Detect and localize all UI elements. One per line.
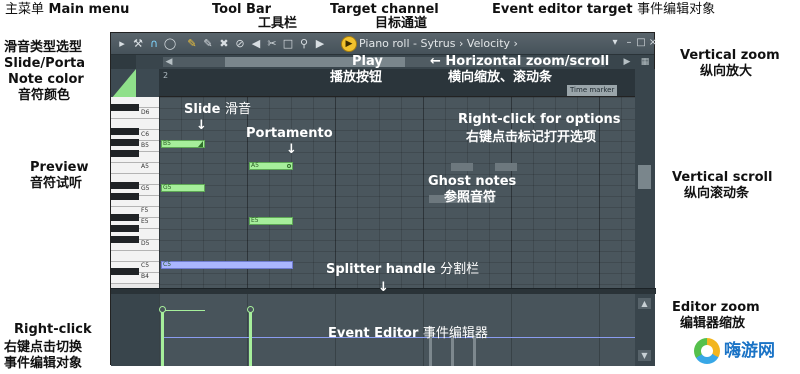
close-icon[interactable]: × [647,37,659,49]
maximize-icon[interactable]: □ [635,37,647,49]
event-editor-label: Event Editor 事件编辑器 [328,326,488,341]
scroll-left-icon[interactable]: ◀ [163,56,175,68]
editor-zoom-control[interactable]: ▲ ▼ [635,294,655,366]
editor-zoom-in-icon[interactable]: ▲ [638,298,651,309]
vertical-zoom-handle-icon[interactable]: ▦ [639,56,651,68]
key-label-c5: C5 [141,262,150,269]
slide-note[interactable]: B5 [161,140,205,148]
tool-bar-cn-label: 工具栏 [258,16,298,31]
event-level-line [161,310,205,311]
editor-zoom-out-icon[interactable]: ▼ [638,350,651,361]
preview-label: Preview [30,160,89,175]
target-channel-icon[interactable]: ▶ [341,36,357,52]
target-channel-cn-label: 目标通道 [375,16,428,31]
vertical-scroll-cn-label: 纵向滚动条 [684,186,750,201]
key-label-c6: C6 [141,131,150,138]
vertical-scrollbar[interactable] [635,69,655,288]
main-menu-label: 主菜单 Main menu [5,2,130,17]
ghost-notes-label: Ghost notes [428,174,517,189]
pencil-icon[interactable]: ✎ [185,37,199,51]
key-label-f5: F5 [141,207,149,214]
play-circle-icon[interactable]: ◯ [163,37,177,51]
key-label-g5: G5 [141,185,150,192]
site-logo-icon [694,338,720,364]
horizontal-zoom-cn-label: 横向缩放、滚动条 [448,70,553,85]
splitter-arrow [378,280,389,296]
mute-icon[interactable]: ⊘ [233,37,247,51]
slice-icon[interactable]: ✂ [265,37,279,51]
key-label-b5: B5 [141,142,149,149]
note-c5[interactable]: C5 [161,261,293,269]
vertical-scroll-thumb[interactable] [638,165,651,189]
velocity-bar[interactable] [249,310,252,366]
portamento-note[interactable]: A5 [249,162,293,170]
paint-icon[interactable]: ✎ [201,37,215,51]
splitter-label: Splitter handle 分割栏 [326,262,480,277]
velocity-bar[interactable] [161,310,164,366]
scroll-right-icon[interactable]: ▶ [621,56,633,68]
note-color-label: Note color [8,72,84,87]
timeline-ruler[interactable]: 2 Time marker [159,69,635,97]
right-click-cn-line1: 右键点击切换 [4,340,83,355]
key-label-d5: D5 [141,240,150,247]
portamento-label: Portamento [246,126,333,141]
editor-zoom-cn-label: 编辑器缩放 [680,316,746,331]
site-watermark: 嗨游网 [694,336,798,366]
speaker-icon[interactable]: ◀ [249,37,263,51]
slide-porta-cn-label: 滑音类型选型 [4,40,83,55]
vertical-zoom-cn-label: 纵向放大 [700,64,753,79]
key-label-e5: E5 [141,218,149,225]
time-marker[interactable]: Time marker [567,85,618,96]
note-g5[interactable]: G5 [161,184,205,192]
minimize-icon[interactable]: – [623,37,635,49]
options-icon[interactable]: ▾ [609,37,621,49]
menu-arrow-icon[interactable]: ▸ [115,37,129,51]
slide-icon [198,141,203,147]
ghost-note [451,163,473,171]
magnet-icon[interactable]: ∩ [147,37,161,51]
ghost-notes-cn-label: 参照音符 [444,190,497,205]
play-cn-label: 播放按钮 [330,70,383,85]
slide-porta-label: Slide/Porta [4,56,86,71]
preview-cn-label: 音符试听 [30,176,83,191]
portamento-arrow [286,142,297,158]
playback-icon[interactable]: ▶ [313,37,327,51]
slide-porta-selector[interactable] [111,55,136,69]
window-title[interactable]: Piano roll - Sytrus › Velocity › [359,36,518,52]
select-icon[interactable]: □ [281,37,295,51]
delete-icon[interactable]: ✖ [217,37,231,51]
event-target-selector[interactable] [111,294,159,366]
right-click-cn-line2: 事件编辑对象 [4,356,83,371]
piano-roll-window: ▸ ⚒ ∩ ◯ ✎ ✎ ✖ ⊘ ◀ ✂ □ ⚲ ▶ ▶ Piano roll -… [110,32,657,366]
watermark-text: 嗨游网 [724,341,775,361]
ruler-bar-number: 2 [163,71,169,80]
key-label-a5: A5 [141,163,149,170]
key-label-b4: B4 [141,273,149,280]
zoom-icon[interactable]: ⚲ [297,37,311,51]
ghost-note [495,163,517,171]
right-click-options-label: Right-click for options [458,112,621,127]
horizontal-zoom-label: ← Horizontal zoom/scroll [430,54,610,69]
slide-arrow [196,118,207,134]
slide-label: Slide 滑音 [184,102,251,117]
toolbar: ▸ ⚒ ∩ ◯ ✎ ✎ ✖ ⊘ ◀ ✂ □ ⚲ ▶ ▶ Piano roll -… [111,33,657,55]
note-color-cn-label: 音符颜色 [18,88,71,103]
velocity-handle[interactable] [159,306,166,313]
right-click-label: Right-click [14,322,92,337]
right-click-options-cn-label: 右键点击标记打开选项 [466,130,597,145]
portamento-icon [287,164,291,168]
editor-zoom-label: Editor zoom [672,300,760,315]
event-editor-target-label: Event editor target 事件编辑对象 [492,2,716,17]
note-e5[interactable]: E5 [249,217,293,225]
velocity-handle[interactable] [247,306,254,313]
wrench-icon[interactable]: ⚒ [131,37,145,51]
vertical-scroll-label: Vertical scroll [672,170,773,185]
vertical-zoom-label: Vertical zoom [680,48,780,63]
key-label-d6: D6 [141,109,150,116]
piano-keyboard[interactable]: D6 C6 B5 A5 G5 F5 E5 D5 C5 B4 [111,97,159,288]
note-color-swatch[interactable] [111,69,136,99]
play-label: Play [352,54,383,69]
